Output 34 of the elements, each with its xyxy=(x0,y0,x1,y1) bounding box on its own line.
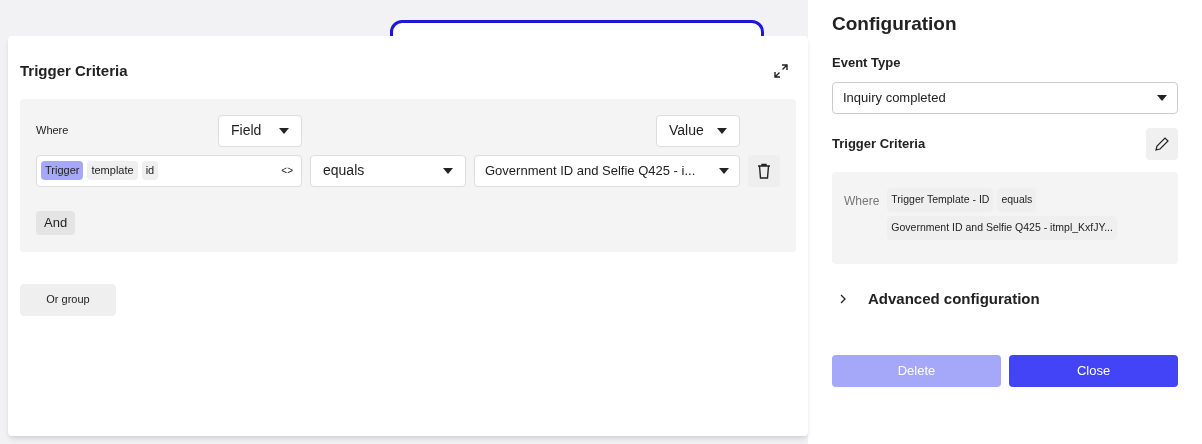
event-type-select[interactable]: Inquiry completed xyxy=(832,82,1178,114)
and-button[interactable]: And xyxy=(36,210,76,235)
field-select[interactable]: Field xyxy=(218,114,302,147)
criteria-chip: Trigger Template - ID xyxy=(887,188,994,212)
criteria-chip: equals xyxy=(997,188,1037,212)
criteria-chip: Government ID and Selfie Q425 - itmpl_KxfJY... xyxy=(887,215,1117,240)
panel-title: Configuration xyxy=(832,12,958,36)
trigger-criteria-label: Trigger Criteria xyxy=(832,135,926,154)
advanced-configuration-toggle[interactable]: Advanced configuration xyxy=(832,288,1040,311)
caret-icon xyxy=(717,127,727,134)
modal-title: Trigger Criteria xyxy=(20,61,128,81)
delete-condition-button[interactable] xyxy=(748,154,780,187)
edit-button[interactable] xyxy=(1146,128,1178,160)
caret-icon xyxy=(279,127,289,134)
expand-icon[interactable] xyxy=(774,64,788,79)
caret-icon xyxy=(1157,95,1167,101)
path-token: id xyxy=(141,161,159,180)
path-token: Trigger xyxy=(41,161,84,180)
pencil-icon xyxy=(1155,137,1169,151)
caret-icon xyxy=(719,167,729,174)
event-type-label: Event Type xyxy=(832,53,902,72)
code-toggle[interactable]: <> xyxy=(281,163,293,178)
where-label: Where xyxy=(36,123,70,139)
chevron-icon xyxy=(840,294,846,305)
trash-icon xyxy=(757,162,771,179)
path-field[interactable]: Trigger template id <> xyxy=(36,154,302,187)
close-button[interactable]: Close xyxy=(1009,354,1178,387)
value-select[interactable]: Value xyxy=(656,114,740,147)
where-label: Where xyxy=(844,193,880,210)
operator-select[interactable]: equals xyxy=(310,154,466,187)
or-group-button[interactable]: Or group xyxy=(20,283,116,316)
value-dropdown[interactable]: Government ID and Selfie Q425 - i... xyxy=(474,154,740,187)
caret-icon xyxy=(443,167,453,174)
path-token: template xyxy=(87,161,138,180)
